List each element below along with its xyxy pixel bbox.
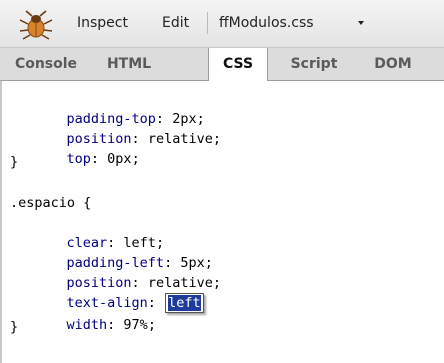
inline-value-editor[interactable]: left [165,293,204,313]
selected-value-text[interactable]: left [168,295,201,311]
css-selector[interactable]: .espacio { [10,193,91,213]
firebug-icon[interactable] [19,10,53,40]
css-declaration[interactable]: position: relative; [34,253,221,291]
tab-css[interactable]: CSS [208,48,268,81]
css-declaration[interactable]: position: relative; [34,109,221,147]
file-selector[interactable]: ffModulos.css [219,15,314,31]
css-declaration[interactable]: clear: left; [34,213,165,251]
tab-console[interactable]: Console [6,48,86,80]
css-editor[interactable]: padding-top: 2px; position: relative; to… [0,81,444,363]
css-declaration[interactable]: top: 0px; [34,129,140,167]
panel-tabs: Console HTML CSS Script DOM [0,48,444,81]
toolbar: Inspect Edit ffModulos.css [0,0,444,48]
rule-close-brace: } [10,319,19,335]
tab-dom[interactable]: DOM [364,48,422,80]
rule-close-brace: } [10,154,19,170]
toolbar-separator [207,12,208,34]
inspect-button[interactable]: Inspect [77,15,128,31]
edit-button[interactable]: Edit [162,15,189,31]
tab-script[interactable]: Script [280,48,348,80]
chevron-down-icon[interactable] [358,21,364,25]
css-declaration[interactable]: padding-left: 5px; [34,233,213,271]
css-declaration[interactable]: padding-top: 2px; [34,89,205,127]
tab-html[interactable]: HTML [96,48,162,80]
css-declaration[interactable]: width: 97%; [34,295,156,333]
css-declaration[interactable]: text-align: left [34,273,204,313]
